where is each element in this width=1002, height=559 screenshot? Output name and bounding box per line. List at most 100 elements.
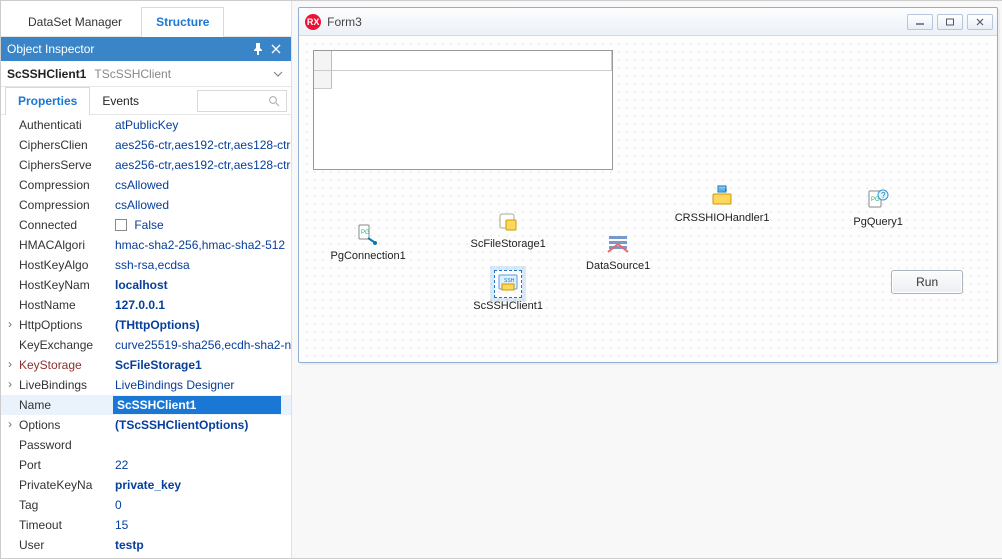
property-value[interactable]: False <box>113 215 291 235</box>
property-row[interactable]: ›HttpOptions(THttpOptions) <box>1 315 291 335</box>
chevron-down-icon[interactable] <box>271 67 285 81</box>
property-name: Password <box>19 435 113 455</box>
property-name: User <box>19 535 113 555</box>
window-minimize-button[interactable] <box>907 14 933 30</box>
property-value[interactable]: (TScSSHClientOptions) <box>113 415 291 435</box>
property-row[interactable]: CompressioncsAllowed <box>1 175 291 195</box>
property-row[interactable]: HostName127.0.0.1 <box>1 295 291 315</box>
close-icon[interactable] <box>267 40 285 58</box>
svg-text:?: ? <box>881 191 886 200</box>
tab-dataset-manager[interactable]: DataSet Manager <box>13 7 137 36</box>
search-icon <box>268 95 280 107</box>
property-name: HostKeyNam <box>19 275 113 295</box>
grid-component[interactable] <box>313 50 613 170</box>
component-pgquery[interactable]: PG? PgQuery1 <box>823 186 933 228</box>
property-value[interactable]: ScFileStorage1 <box>113 355 291 375</box>
property-name: KeyExchange <box>19 335 113 355</box>
component-label: ScSSHClient1 <box>453 300 563 312</box>
property-value[interactable]: testp <box>113 535 291 555</box>
component-label: DataSource1 <box>563 260 673 272</box>
instance-name: ScSSHClient1 <box>7 67 86 81</box>
property-name: CiphersClien <box>19 135 113 155</box>
property-row[interactable]: Tag0 <box>1 495 291 515</box>
pin-icon[interactable] <box>249 40 267 58</box>
property-value[interactable]: (THttpOptions) <box>113 315 291 335</box>
property-row[interactable]: Port22 <box>1 455 291 475</box>
run-button[interactable]: Run <box>891 270 963 294</box>
property-value[interactable]: curve25519-sha256,ecdh-sha2-n <box>113 335 291 355</box>
property-row[interactable]: KeyExchangecurve25519-sha256,ecdh-sha2-n <box>1 335 291 355</box>
property-name: PrivateKeyNa <box>19 475 113 495</box>
property-row[interactable]: CiphersServeaes256-ctr,aes192-ctr,aes128… <box>1 155 291 175</box>
property-row[interactable]: HostKeyAlgossh-rsa,ecdsa <box>1 255 291 275</box>
component-scsshclient[interactable]: SSH ScSSHClient1 <box>453 270 563 312</box>
property-value-editor[interactable] <box>113 396 281 414</box>
property-value[interactable]: 0 <box>113 495 291 515</box>
tab-structure[interactable]: Structure <box>141 7 224 36</box>
tab-events[interactable]: Events <box>90 88 151 114</box>
component-crsshiohandler[interactable]: SQL CRSSHIOHandler1 <box>657 182 787 224</box>
component-label: ScFileStorage1 <box>453 238 563 250</box>
ide-top-tabs: DataSet Manager Structure <box>1 1 291 37</box>
checkbox-icon[interactable] <box>115 219 127 231</box>
property-row[interactable]: Usertestp <box>1 535 291 555</box>
property-row[interactable]: ›LiveBindingsLiveBindings Designer <box>1 375 291 395</box>
property-value[interactable]: atPublicKey <box>113 115 291 135</box>
property-value[interactable]: 15 <box>113 515 291 535</box>
property-row[interactable]: PrivateKeyNaprivate_key <box>1 475 291 495</box>
property-row[interactable]: HostKeyNamlocalhost <box>1 275 291 295</box>
property-row[interactable]: Timeout15 <box>1 515 291 535</box>
expand-toggle-icon[interactable]: › <box>1 315 19 335</box>
property-name: HostKeyAlgo <box>19 255 113 275</box>
property-name: Tag <box>19 495 113 515</box>
property-row[interactable]: AuthenticatiatPublicKey <box>1 115 291 135</box>
object-inspector-instance-selector[interactable]: ScSSHClient1 TScSSHClient <box>1 61 291 87</box>
property-row[interactable]: Connected False <box>1 215 291 235</box>
form-design-surface[interactable]: PG PgConnection1 ScFileStorage1 <box>303 40 993 358</box>
property-value[interactable]: aes256-ctr,aes192-ctr,aes128-ctr <box>113 155 291 175</box>
property-row[interactable]: ›KeyStorageScFileStorage1 <box>1 355 291 375</box>
property-search-input[interactable] <box>197 90 287 112</box>
property-value[interactable]: aes256-ctr,aes192-ctr,aes128-ctr <box>113 135 291 155</box>
file-storage-icon <box>494 208 522 236</box>
property-value[interactable]: csAllowed <box>113 175 291 195</box>
property-value[interactable]: LiveBindings Designer <box>113 375 291 395</box>
property-value[interactable]: hmac-sha2-256,hmac-sha2-512 <box>113 235 291 255</box>
window-close-button[interactable] <box>967 14 993 30</box>
property-name: KeyStorage <box>19 355 113 375</box>
property-row[interactable]: HMACAlgorihmac-sha2-256,hmac-sha2-512 <box>1 235 291 255</box>
component-pgconnection[interactable]: PG PgConnection1 <box>313 220 423 262</box>
window-maximize-button[interactable] <box>937 14 963 30</box>
property-value[interactable]: ssh-rsa,ecdsa <box>113 255 291 275</box>
property-name: Options <box>19 415 113 435</box>
property-value[interactable]: localhost <box>113 275 291 295</box>
property-name: HttpOptions <box>19 315 113 335</box>
form-title: Form3 <box>327 15 907 29</box>
property-row[interactable]: CiphersClienaes256-ctr,aes192-ctr,aes128… <box>1 135 291 155</box>
svg-text:SSH: SSH <box>504 278 515 284</box>
svg-text:PG: PG <box>361 230 370 236</box>
form-titlebar[interactable]: RX Form3 <box>299 8 997 36</box>
component-datasource[interactable]: DataSource1 <box>563 230 673 272</box>
expand-toggle-icon[interactable]: › <box>1 355 19 375</box>
property-row[interactable]: Password <box>1 435 291 455</box>
component-scfilestorage[interactable]: ScFileStorage1 <box>453 208 563 250</box>
component-label: PgConnection1 <box>313 250 423 262</box>
property-row[interactable]: CompressioncsAllowed <box>1 195 291 215</box>
property-row[interactable]: Name <box>1 395 291 415</box>
expand-toggle-icon[interactable]: › <box>1 375 19 395</box>
property-value[interactable] <box>113 395 291 415</box>
query-icon: PG? <box>864 186 892 214</box>
expand-toggle-icon[interactable]: › <box>1 415 19 435</box>
property-value[interactable]: 22 <box>113 455 291 475</box>
property-value[interactable]: csAllowed <box>113 195 291 215</box>
property-name: HostName <box>19 295 113 315</box>
property-row[interactable]: ›Options(TScSSHClientOptions) <box>1 415 291 435</box>
property-grid[interactable]: AuthenticatiatPublicKeyCiphersClienaes25… <box>1 115 291 558</box>
property-name: Port <box>19 455 113 475</box>
property-value[interactable]: private_key <box>113 475 291 495</box>
property-name: Compression <box>19 175 113 195</box>
property-value[interactable]: 127.0.0.1 <box>113 295 291 315</box>
tab-properties[interactable]: Properties <box>5 87 90 116</box>
property-name: Authenticati <box>19 115 113 135</box>
